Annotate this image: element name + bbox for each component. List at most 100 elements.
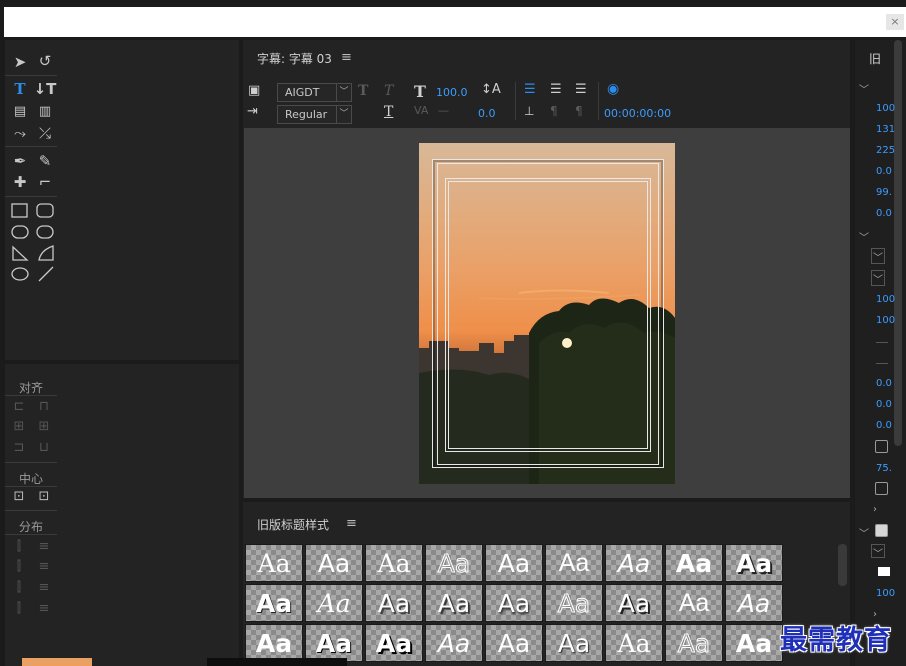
property-value[interactable]: 75. xyxy=(876,463,892,474)
align-left-text-icon[interactable]: ☰ xyxy=(524,82,536,97)
close-button[interactable]: × xyxy=(886,14,904,30)
style-swatch[interactable]: Aa xyxy=(245,584,303,622)
path-type-tool-icon[interactable]: ⤳ xyxy=(10,124,30,142)
delete-anchor-tool-icon[interactable]: ✎ xyxy=(35,152,55,170)
align-bottom-icon[interactable]: ⊔ xyxy=(35,439,53,456)
rotation-tool-icon[interactable]: ↺ xyxy=(35,52,55,70)
vertical-path-type-tool-icon[interactable]: ⤰ xyxy=(35,124,55,142)
property-value[interactable]: 0.0 xyxy=(876,166,892,177)
style-swatch[interactable]: Aa xyxy=(305,544,363,582)
property-value[interactable]: 0.0 xyxy=(876,378,892,389)
property-value[interactable]: 100 xyxy=(876,103,895,114)
distribute-top-icon[interactable]: ≡ xyxy=(35,538,53,555)
align-top-icon[interactable]: ⊓ xyxy=(35,398,53,415)
convert-anchor-tool-icon[interactable]: ⌐ xyxy=(35,173,55,191)
style-swatch[interactable]: Aa xyxy=(245,624,303,662)
distribute-right-icon[interactable]: ⫿ xyxy=(10,579,28,596)
distribute-hcenter-icon[interactable]: ⫿ xyxy=(10,558,28,575)
tab-stops-icon[interactable]: ⇥ xyxy=(247,104,258,119)
style-swatch[interactable]: Aa xyxy=(605,544,663,582)
style-swatch[interactable]: Aa xyxy=(725,544,783,582)
property-checkbox-checked[interactable] xyxy=(875,524,888,537)
style-swatch[interactable]: Aa xyxy=(665,544,723,582)
distribute-left-icon[interactable]: ⫿ xyxy=(10,538,28,555)
style-swatch[interactable]: Aa xyxy=(485,584,543,622)
pen-tool-icon[interactable]: ✒ xyxy=(10,152,30,170)
align-right-text-icon[interactable]: ☰ xyxy=(575,82,587,97)
distribute-vcenter-icon[interactable]: ≡ xyxy=(35,558,53,575)
color-swatch[interactable] xyxy=(878,567,890,576)
add-anchor-tool-icon[interactable]: ✚ xyxy=(10,173,30,191)
center-vertical-icon[interactable]: ⊡ xyxy=(35,488,53,505)
property-checkbox[interactable] xyxy=(875,440,888,453)
title-styles-tab[interactable]: 旧版标题样式 xyxy=(257,516,329,533)
property-value[interactable]: 225 xyxy=(876,145,895,156)
chevron-down-icon[interactable]: ﹀ xyxy=(871,248,885,264)
italic-icon[interactable]: T xyxy=(384,83,393,99)
property-value[interactable]: 0.0 xyxy=(876,420,892,431)
titler-menu-icon[interactable]: ≡ xyxy=(341,50,352,65)
chevron-down-icon[interactable]: ﹀ xyxy=(859,525,869,540)
property-value[interactable]: 131 xyxy=(876,124,895,135)
property-slider[interactable] xyxy=(876,363,888,364)
align-hcenter-icon[interactable]: ⊞ xyxy=(10,418,28,435)
paragraph-icon[interactable]: ¶ xyxy=(550,104,558,118)
style-swatch[interactable]: Aa xyxy=(725,584,783,622)
style-swatch[interactable]: Aa xyxy=(245,544,303,582)
property-value[interactable]: 100 xyxy=(876,315,895,326)
font-family-dropdown[interactable]: AIGDT ﹀ xyxy=(277,83,352,102)
timecode-value[interactable]: 00:00:00:00 xyxy=(604,107,671,120)
distribute-vspace-icon[interactable]: ≡ xyxy=(35,600,53,617)
title-properties-icon[interactable]: ▣ xyxy=(248,83,260,98)
tab-ruler-icon[interactable]: ⊥ xyxy=(524,104,534,118)
chevron-down-icon[interactable]: ﹀ xyxy=(859,229,869,244)
styles-scrollbar[interactable] xyxy=(838,544,847,586)
style-swatch[interactable]: Aa xyxy=(305,584,363,622)
kerning-value[interactable]: — xyxy=(438,104,449,117)
style-swatch[interactable]: Aa xyxy=(425,544,483,582)
style-swatch[interactable]: Aa xyxy=(665,584,723,622)
title-styles-menu-icon[interactable]: ≡ xyxy=(346,516,357,531)
align-center-text-icon[interactable]: ☰ xyxy=(550,82,562,97)
style-swatch[interactable]: Aa xyxy=(725,624,783,662)
distribute-bottom-icon[interactable]: ≡ xyxy=(35,579,53,596)
center-horizontal-icon[interactable]: ⊡ xyxy=(10,488,28,505)
style-swatch[interactable]: Aa xyxy=(605,624,663,662)
leading-value[interactable]: 0.0 xyxy=(478,107,496,120)
style-swatch[interactable]: Aa xyxy=(425,584,483,622)
properties-tab[interactable]: 旧 xyxy=(869,50,881,67)
show-background-video-icon[interactable]: ◉ xyxy=(607,81,619,97)
style-swatch[interactable]: Aa xyxy=(545,544,603,582)
align-vcenter-icon[interactable]: ⊞ xyxy=(35,418,53,435)
style-swatch[interactable]: Aa xyxy=(485,624,543,662)
style-swatch[interactable]: Aa xyxy=(305,624,363,662)
style-swatch[interactable]: Aa xyxy=(545,584,603,622)
style-swatch[interactable]: Aa xyxy=(545,624,603,662)
property-value[interactable]: 100 xyxy=(876,294,895,305)
vertical-type-tool-icon[interactable]: ↓T xyxy=(34,80,57,98)
align-right-icon[interactable]: ⊐ xyxy=(10,439,28,456)
style-swatch[interactable]: Aa xyxy=(365,624,423,662)
style-swatch[interactable]: Aa xyxy=(665,624,723,662)
property-value[interactable]: 99. xyxy=(876,187,892,198)
underline-icon[interactable]: T xyxy=(384,104,393,120)
vertical-area-type-tool-icon[interactable]: ▥ xyxy=(35,102,55,120)
style-swatch[interactable]: Aa xyxy=(485,544,543,582)
selection-tool-icon[interactable]: ➤ xyxy=(10,53,30,71)
distribute-hspace-icon[interactable]: ⫿ xyxy=(10,600,28,617)
area-type-tool-icon[interactable]: ▤ xyxy=(10,102,30,120)
property-value[interactable]: 0.0 xyxy=(876,399,892,410)
property-checkbox[interactable] xyxy=(875,482,888,495)
font-style-dropdown[interactable]: Regular ﹀ xyxy=(277,105,352,124)
chevron-down-icon[interactable]: ﹀ xyxy=(871,270,885,286)
style-swatch[interactable]: Aa xyxy=(425,624,483,662)
style-swatch[interactable]: Aa xyxy=(365,544,423,582)
type-tool-icon[interactable]: T xyxy=(10,80,30,98)
property-value[interactable]: 100 xyxy=(876,588,895,599)
chevron-right-icon[interactable]: › xyxy=(873,504,877,515)
bold-icon[interactable]: T xyxy=(358,83,368,99)
property-value[interactable]: 0.0 xyxy=(876,208,892,219)
style-swatch[interactable]: Aa xyxy=(605,584,663,622)
style-swatch[interactable]: Aa xyxy=(365,584,423,622)
chevron-down-icon[interactable]: ﹀ xyxy=(859,81,869,96)
